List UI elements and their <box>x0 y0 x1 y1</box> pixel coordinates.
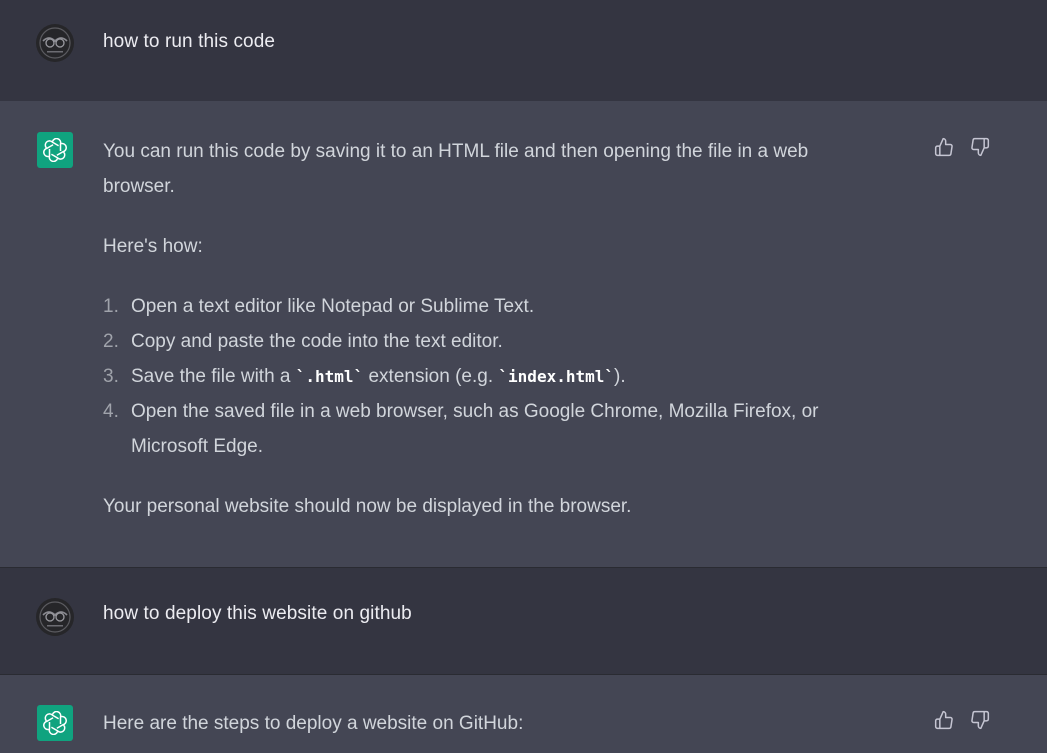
list-item-text: Copy and paste the code into the text ed… <box>131 331 503 352</box>
steps-list: 1. Open a text editor like Notepad or Su… <box>103 289 863 464</box>
inline-code-extension: `.html` <box>295 367 364 386</box>
assistant-heres-how: Here's how: <box>103 236 203 257</box>
assistant-intro: You can run this code by saving it to an… <box>103 141 809 197</box>
thumbs-down-button[interactable] <box>969 136 991 158</box>
thumbs-down-icon <box>971 137 990 157</box>
feedback-buttons <box>933 709 991 731</box>
list-item: 3. Save the file with a `.html` extensio… <box>103 359 863 394</box>
user-message-1: how to run this code <box>0 0 1047 102</box>
list-item: 2. Copy and paste the code into the text… <box>103 324 863 359</box>
list-item-text: Open the saved file in a web browser, su… <box>131 401 819 457</box>
list-item: 4. Open the saved file in a web browser,… <box>103 394 863 464</box>
thumbs-up-icon <box>934 710 953 730</box>
list-item-number: 3. <box>103 366 119 387</box>
list-item-text: Open a text editor like Notepad or Subli… <box>131 296 535 317</box>
thumbs-down-button[interactable] <box>969 709 991 731</box>
user-avatar-icon <box>36 598 74 636</box>
inline-code-filename: `index.html` <box>498 367 614 386</box>
thumbs-up-button[interactable] <box>933 709 955 731</box>
list-item-number: 1. <box>103 296 119 317</box>
assistant-message-body: Here are the steps to deploy a website o… <box>103 706 863 741</box>
assistant-message-1: You can run this code by saving it to an… <box>0 101 1047 568</box>
assistant-intro: Here are the steps to deploy a website o… <box>103 713 524 734</box>
user-avatar-icon <box>36 24 74 62</box>
list-item-text-post: ). <box>614 366 626 387</box>
list-item-text-pre: Save the file with a <box>131 366 296 387</box>
list-item-number: 2. <box>103 331 119 352</box>
assistant-message-2: Here are the steps to deploy a website o… <box>0 675 1047 753</box>
user-message-2: how to deploy this website on github <box>0 568 1047 675</box>
openai-logo-icon <box>37 132 73 168</box>
thumbs-up-icon <box>934 137 953 157</box>
openai-logo-icon <box>37 705 73 741</box>
feedback-buttons <box>933 136 991 158</box>
list-item: 1. Open a text editor like Notepad or Su… <box>103 289 863 324</box>
assistant-closing: Your personal website should now be disp… <box>103 496 632 517</box>
user-message-text: how to deploy this website on github <box>103 603 412 624</box>
assistant-message-body: You can run this code by saving it to an… <box>103 134 863 524</box>
list-item-text-mid: extension (e.g. <box>363 366 499 387</box>
user-message-text: how to run this code <box>103 31 276 52</box>
list-item-number: 4. <box>103 401 119 422</box>
thumbs-up-button[interactable] <box>933 136 955 158</box>
thumbs-down-icon <box>971 710 990 730</box>
